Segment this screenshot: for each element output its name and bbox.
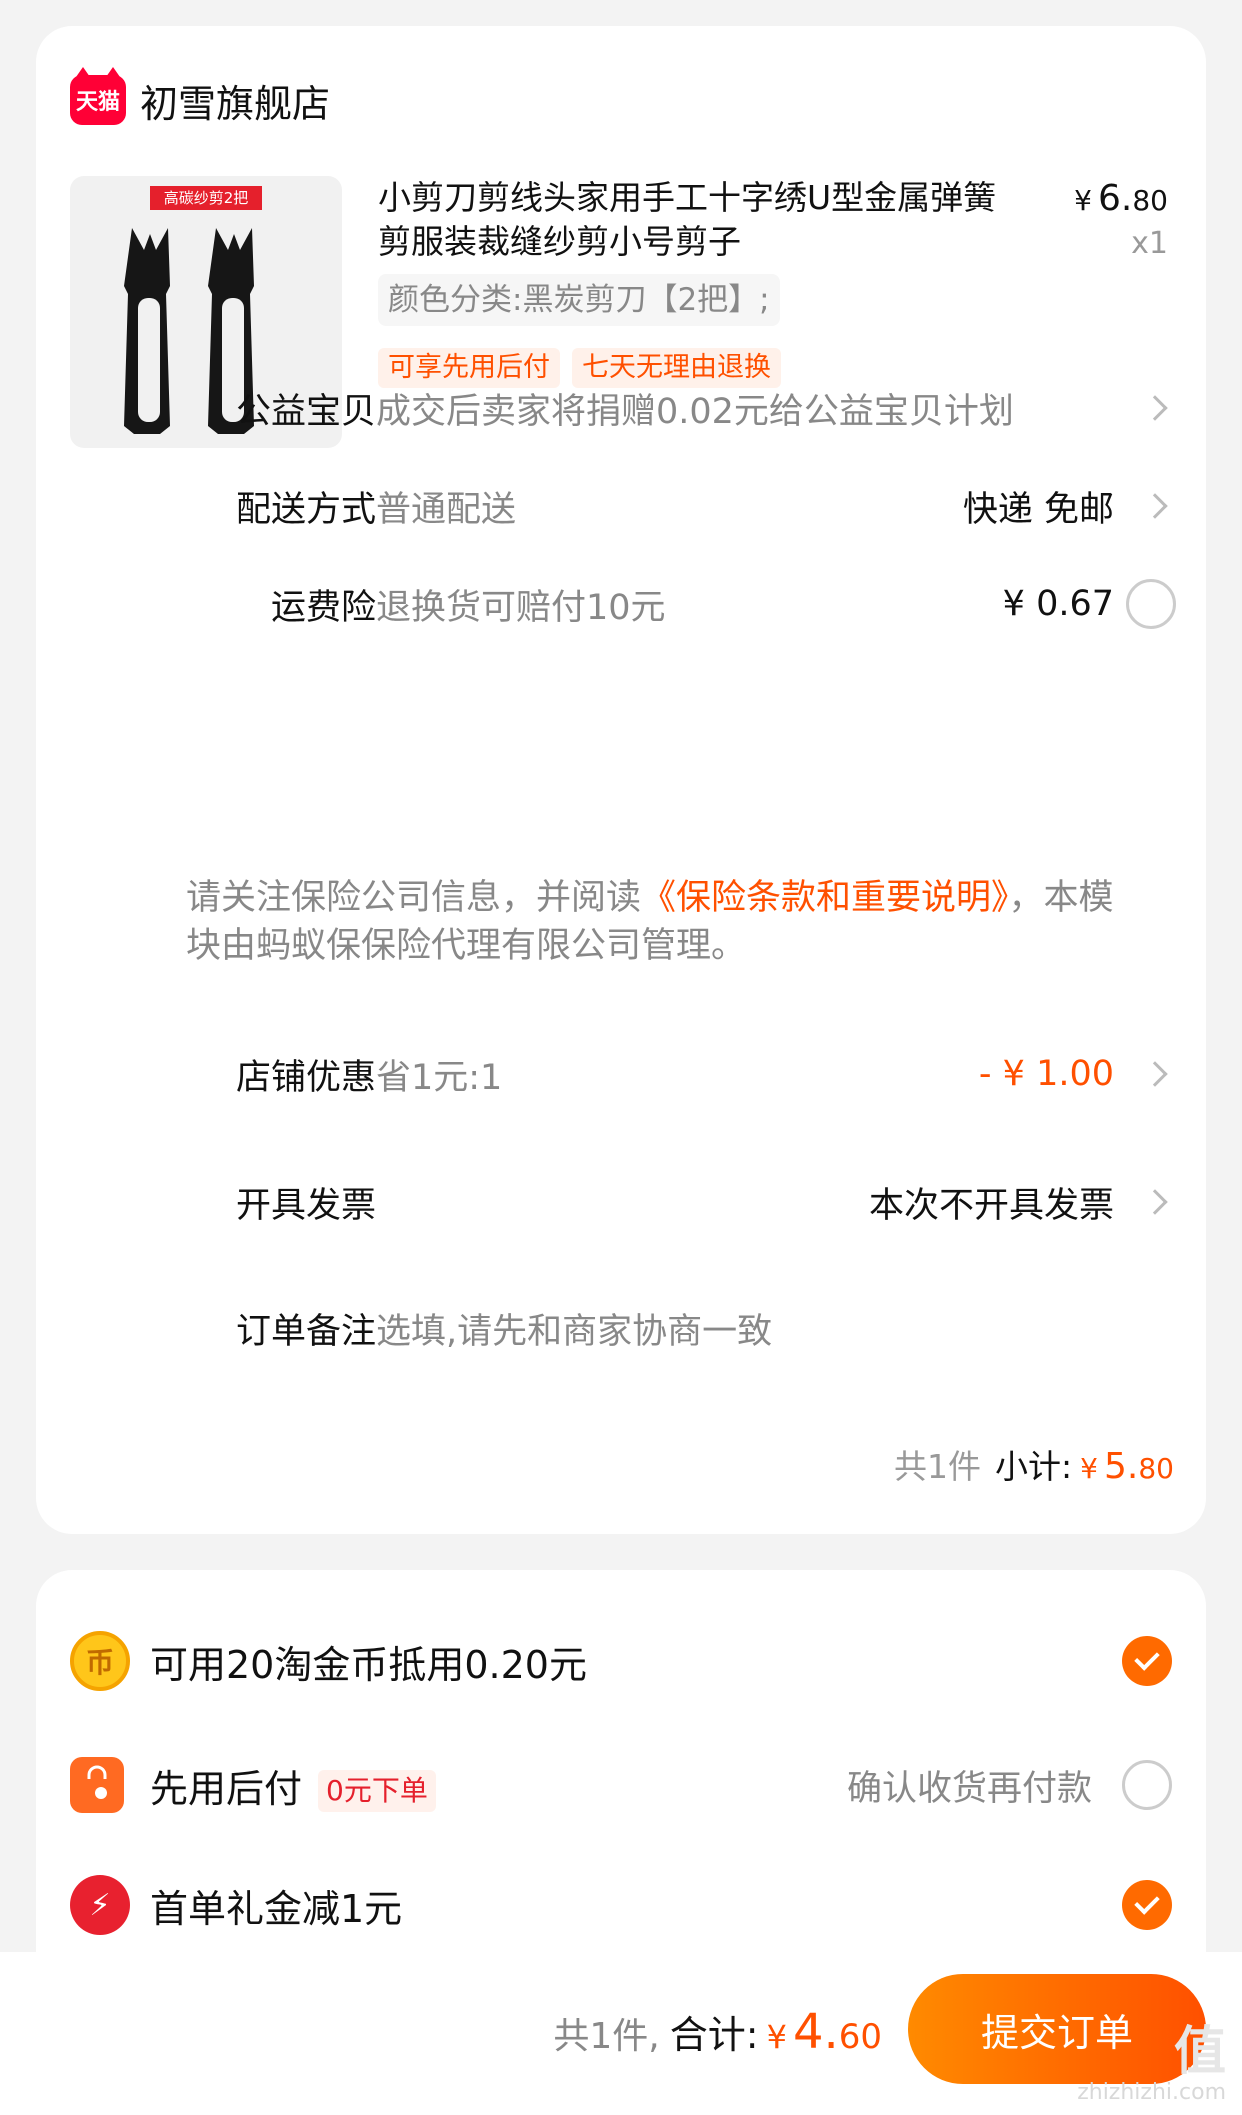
pay-later-radio[interactable] (1122, 1760, 1172, 1810)
pay-later-label: 先用后付 (150, 1766, 303, 1811)
delivery-row[interactable]: 配送方式 普通配送 快递 免邮 (36, 476, 1206, 536)
charity-value: 成交后卖家将捐赠0.02元给公益宝贝计划 (376, 391, 1014, 432)
bag-handle-icon (87, 1765, 107, 1799)
lightning-icon: ⚡ (70, 1875, 130, 1935)
coins-checked-icon[interactable] (1122, 1636, 1172, 1686)
gift-row[interactable]: ⚡ 首单礼金减1元 (36, 1870, 1206, 1940)
pay-later-tag: 0元下单 (318, 1770, 436, 1812)
total-count: 共1件, (553, 2016, 660, 2057)
insurance-value: 退换货可赔付10元 (376, 587, 666, 628)
total-dec: 60 (838, 2017, 882, 2057)
price-int: 6. (1098, 178, 1133, 219)
total-currency: ¥ (766, 2018, 787, 2056)
chevron-right-icon (1142, 1189, 1168, 1215)
insurance-notice: 请关注保险公司信息，并阅读《保险条款和重要说明》，本模块由蚂蚁保保险代理有限公司… (186, 874, 1126, 970)
delivery-value: 普通配送 (376, 489, 517, 530)
product-title[interactable]: 小剪刀剪线头家用手工十字绣U型金属弹簧剪服装裁缝纱剪小号剪子 (378, 176, 1018, 264)
watermark-text: zhizhizhi.com (1077, 2080, 1226, 2105)
subtotal-count: 共1件 (894, 1447, 982, 1486)
notice-text: 请关注保险公司信息，并阅读 (186, 878, 642, 918)
product-quantity: x1 (1131, 226, 1168, 261)
invoice-label: 开具发票 (235, 1185, 376, 1226)
insurance-radio[interactable] (1126, 579, 1176, 629)
remark-label: 订单备注 (235, 1311, 376, 1352)
product-price: ¥6.80 (1074, 178, 1168, 219)
subtotal-label: 小计: (995, 1447, 1073, 1486)
coin-icon-text: 币 (85, 1646, 114, 1679)
delivery-label: 配送方式 (235, 489, 376, 530)
pay-later-row[interactable]: 先用后付 0元下单 确认收货再付款 (36, 1750, 1206, 1820)
total-int: 4. (792, 2004, 839, 2060)
insurance-price: ¥ 0.67 (1002, 584, 1114, 624)
gift-checked-icon[interactable] (1122, 1880, 1172, 1930)
order-total: 共1件, 合计: ¥ 4. 60 (553, 2004, 882, 2060)
invoice-row[interactable]: 开具发票 本次不开具发票 (36, 1172, 1206, 1232)
store-name[interactable]: 初雪旗舰店 (140, 73, 330, 128)
chevron-right-icon (1142, 1061, 1168, 1087)
coins-text: 可用20淘金币抵用0.20元 (150, 1642, 587, 1687)
coupon-value: 省1元:1 (376, 1057, 503, 1098)
coin-icon: 币 (70, 1631, 130, 1691)
subtotal: 共1件 小计: ¥5.80 (894, 1440, 1174, 1488)
shopping-bag-icon (70, 1757, 124, 1813)
price-currency: ¥ (1074, 184, 1092, 217)
benefits-card: 币 可用20淘金币抵用0.20元 先用后付 0元下单 确认收货再付款 ⚡ 首单礼金… (36, 1570, 1206, 1990)
pay-later-desc: 确认收货再付款 (846, 1768, 1092, 1809)
tmall-logo-icon: 天猫 (70, 67, 126, 125)
watermark: 值 zhizhizhi.com (1077, 2024, 1226, 2105)
sku-selector[interactable]: 颜色分类:黑炭剪刀【2把】; (378, 274, 780, 326)
coupon-row[interactable]: 店铺优惠 省1元:1 - ¥ 1.00 (36, 1044, 1206, 1104)
tmall-logo-text: 天猫 (75, 90, 120, 115)
subtotal-amount: ¥5.80 (1080, 1446, 1174, 1487)
gift-text: 首单礼金减1元 (150, 1886, 403, 1931)
store-order-card: 天猫 初雪旗舰店 高碳纱剪2把 小剪刀剪线头家用手工十字绣U型金属弹簧剪服装裁缝… (36, 26, 1206, 1534)
coins-row[interactable]: 币 可用20淘金币抵用0.20元 (36, 1626, 1206, 1696)
chevron-right-icon (1142, 493, 1168, 519)
remark-row[interactable]: 订单备注 选填,请先和商家协商一致 (36, 1298, 1206, 1358)
insurance-row[interactable]: 运费险 退换货可赔付10元 ¥ 0.67 (36, 574, 1206, 634)
lightning-icon-text: ⚡ (89, 1887, 111, 1923)
price-dec: 80 (1132, 184, 1168, 217)
thumb-tag: 高碳纱剪2把 (150, 186, 262, 210)
subtotal-currency: ¥ (1080, 1452, 1098, 1485)
remark-input[interactable]: 选填,请先和商家协商一致 (376, 1303, 772, 1354)
watermark-logo: 值 (1173, 2022, 1226, 2082)
pay-later-text: 先用后付 0元下单 (150, 1758, 436, 1813)
delivery-method: 快递 免邮 (962, 489, 1114, 530)
subtotal-dec: 80 (1138, 1452, 1174, 1485)
charity-label: 公益宝贝 (235, 391, 376, 432)
insurance-terms-link[interactable]: 《保险条款和重要说明》 (641, 878, 1009, 918)
charity-row[interactable]: 公益宝贝 成交后卖家将捐赠0.02元给公益宝贝计划 (36, 378, 1206, 438)
store-header[interactable]: 天猫 初雪旗舰店 (70, 67, 330, 130)
chevron-right-icon (1142, 395, 1168, 421)
coupon-discount: - ¥ 1.00 (978, 1054, 1114, 1094)
subtotal-int: 5. (1104, 1446, 1139, 1487)
invoice-value: 本次不开具发票 (868, 1185, 1114, 1226)
total-label: 合计: (669, 2013, 759, 2057)
coupon-label: 店铺优惠 (235, 1057, 376, 1098)
checkout-bar: 共1件, 合计: ¥ 4. 60 提交订单 值 zhizhizhi.com (0, 1952, 1242, 2115)
insurance-label: 运费险 (270, 587, 376, 628)
